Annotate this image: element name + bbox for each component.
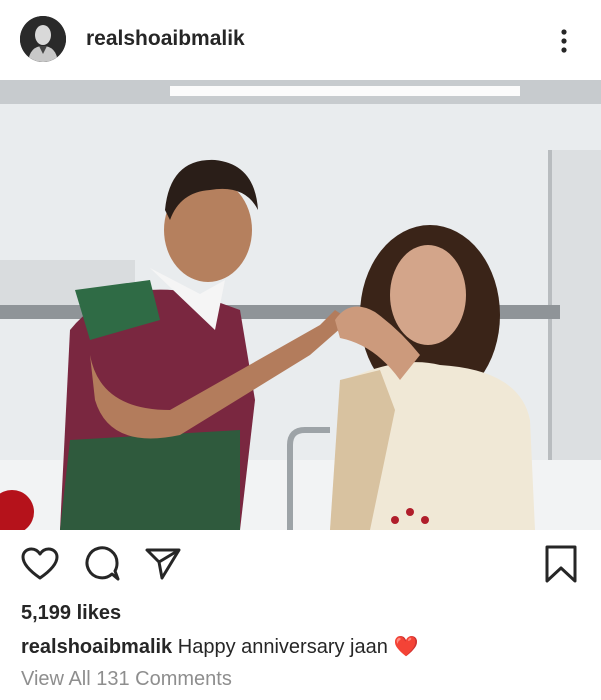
caption-author[interactable]: realshoaibmalik: [21, 636, 172, 658]
post-username[interactable]: realshoaibmalik: [86, 27, 245, 51]
post-caption: realshoaibmalik Happy anniversary jaan ❤…: [21, 634, 591, 659]
post-photo[interactable]: [0, 80, 601, 530]
avatar[interactable]: [20, 16, 66, 62]
view-all-comments-link[interactable]: View All 131 Comments: [21, 668, 232, 691]
heart-outline-icon[interactable]: [21, 547, 59, 586]
post-actions: [0, 530, 601, 600]
comment-bubble-icon[interactable]: [84, 546, 120, 587]
post-header: realshoaibmalik: [0, 0, 601, 80]
send-paper-plane-icon[interactable]: [144, 547, 182, 586]
bookmark-outline-icon[interactable]: [544, 544, 578, 589]
likes-count[interactable]: 5,199 likes: [21, 602, 121, 625]
caption-text: Happy anniversary jaan: [177, 636, 388, 658]
caption-heart-emoji: ❤️: [393, 636, 419, 658]
more-vertical-icon[interactable]: [553, 26, 575, 56]
